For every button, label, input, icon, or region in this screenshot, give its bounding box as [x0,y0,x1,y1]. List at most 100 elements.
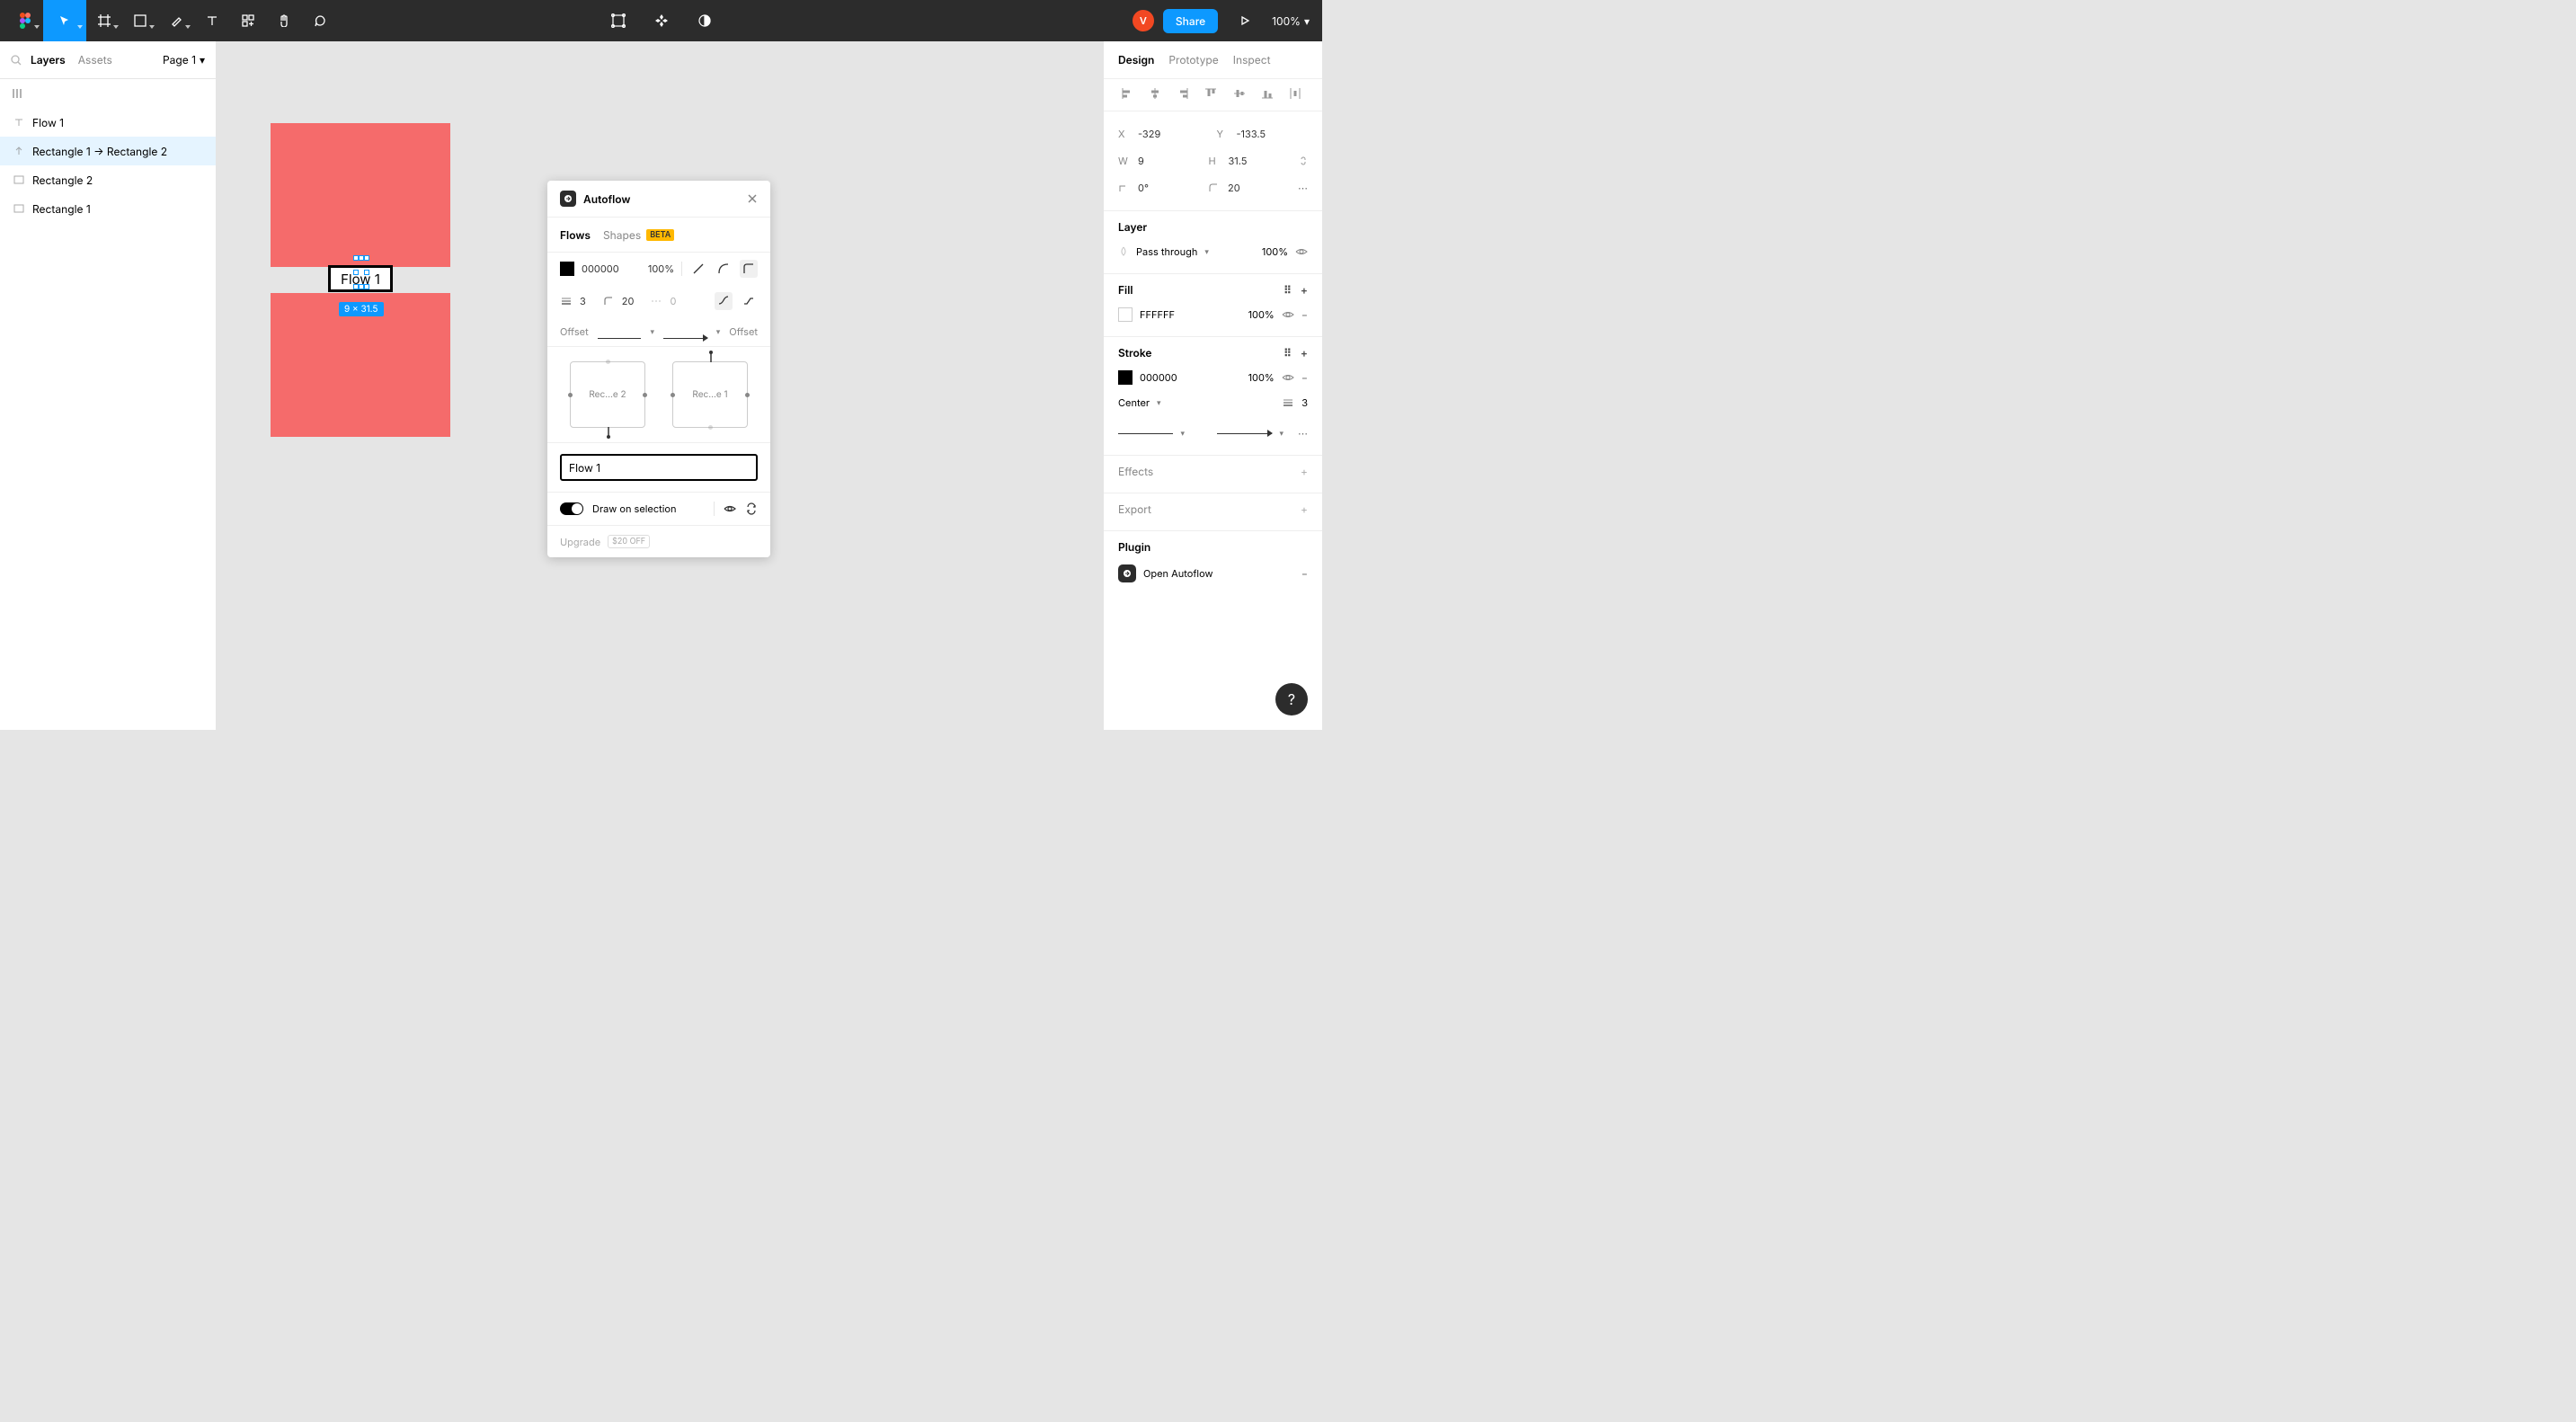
layer-item-rect1[interactable]: Rectangle 1 [0,194,216,223]
shape-tool-button[interactable] [122,0,158,41]
constrain-icon[interactable] [1299,155,1308,167]
layer-opacity-value[interactable]: 100% [1262,245,1288,258]
stroke-width-icon [1282,396,1294,409]
align-bottom-icon[interactable] [1261,87,1277,103]
help-button[interactable]: ? [1275,683,1308,715]
start-cap-picker[interactable] [1118,433,1173,434]
align-left-icon[interactable] [1121,87,1137,103]
fill-opacity-value[interactable]: 100% [1248,308,1275,321]
resources-button[interactable] [230,0,266,41]
tab-design[interactable]: Design [1118,53,1154,67]
visibility-icon[interactable] [1282,308,1294,321]
preview-box-b[interactable]: Rec…e 1 [672,361,748,428]
layer-settings-icon[interactable] [11,87,23,100]
h-value[interactable]: 31.5 [1229,155,1292,167]
remove-stroke-icon[interactable]: − [1301,371,1308,384]
start-cap-picker[interactable] [598,324,642,339]
add-stroke-icon[interactable]: + [1301,346,1308,360]
fill-color-chip[interactable] [1118,307,1133,322]
hand-tool-button[interactable] [266,0,302,41]
layer-item-connection[interactable]: Rectangle 1 → Rectangle 2 [0,137,216,165]
share-button[interactable]: Share [1163,9,1218,33]
present-button[interactable] [1227,0,1263,41]
more-icon[interactable]: ⋯ [1298,182,1308,194]
preview-box-a[interactable]: Rec…e 2 [570,361,645,428]
layer-item-flow1[interactable]: Flow 1 [0,108,216,137]
distribute-icon[interactable] [1289,87,1305,103]
end-cap-picker[interactable] [663,324,707,339]
line-straight-icon[interactable] [689,260,707,278]
canvas[interactable]: Flow 1 9 × 31.5 Autoflow Flows ShapesBET… [217,41,1103,730]
figma-menu-button[interactable] [7,0,43,41]
end-cap-picker[interactable] [1217,433,1272,434]
radius-value[interactable]: 20 [1228,182,1291,194]
right-panel-tabs: Design Prototype Inspect [1104,41,1322,79]
tab-layers[interactable]: Layers [31,53,66,67]
tab-inspect[interactable]: Inspect [1233,53,1271,67]
align-vcenter-icon[interactable] [1233,87,1249,103]
add-fill-icon[interactable]: + [1301,283,1308,297]
line-elbow-icon[interactable] [740,260,758,278]
blend-mode-value[interactable]: Pass through [1136,245,1197,258]
w-value[interactable]: 9 [1138,155,1202,167]
x-value[interactable]: -329 [1138,128,1210,140]
mask-button[interactable] [687,0,723,41]
user-avatar[interactable]: V [1133,10,1154,31]
rotation-value[interactable]: 0° [1138,182,1201,194]
line-curve-icon[interactable] [715,260,733,278]
tab-assets[interactable]: Assets [78,53,112,67]
zoom-dropdown[interactable]: 100%▾ [1272,14,1315,28]
visibility-icon[interactable] [724,502,736,515]
tab-shapes[interactable]: ShapesBETA [603,228,674,242]
dash-gap-value[interactable]: 0 [670,295,676,307]
pen-tool-button[interactable] [158,0,194,41]
align-right-icon[interactable] [1177,87,1193,103]
search-icon[interactable] [11,55,22,66]
stroke-color-value[interactable]: 000000 [1140,371,1177,384]
fill-color-value[interactable]: FFFFFF [1140,308,1175,321]
rectangle-1[interactable] [271,123,450,267]
comment-tool-button[interactable] [302,0,338,41]
visibility-icon[interactable] [1295,245,1308,258]
y-value[interactable]: -133.5 [1237,128,1309,140]
autoflow-logo-icon [560,191,576,207]
draw-selection-toggle[interactable] [560,502,583,515]
plugin-name[interactable]: Open Autoflow [1143,567,1212,580]
stroke-color-chip[interactable] [1118,370,1133,385]
move-tool-button[interactable] [43,0,86,41]
text-tool-button[interactable] [194,0,230,41]
corner-radius-icon [602,295,615,307]
remove-fill-icon[interactable]: − [1301,308,1308,321]
add-effect-icon[interactable]: + [1301,465,1308,478]
edit-object-button[interactable] [600,0,636,41]
align-hcenter-icon[interactable] [1149,87,1165,103]
stroke-color-chip[interactable] [560,262,574,276]
add-export-icon[interactable]: + [1301,502,1308,516]
page-selector[interactable]: Page 1▾ [163,53,205,67]
alignment-row [1104,79,1322,111]
remove-plugin-icon[interactable]: − [1301,567,1308,580]
stroke-width-value[interactable]: 3 [1301,396,1308,409]
connector-smooth-icon[interactable] [715,292,733,310]
styles-icon[interactable]: ⠿ [1284,283,1292,297]
layer-item-rect2[interactable]: Rectangle 2 [0,165,216,194]
stroke-opacity-value[interactable]: 100% [1248,371,1275,384]
tab-flows[interactable]: Flows [560,228,591,242]
component-button[interactable] [644,0,680,41]
visibility-icon[interactable] [1282,371,1294,384]
frame-tool-button[interactable] [86,0,122,41]
flow-name-input[interactable] [560,454,758,481]
close-icon[interactable] [747,193,758,204]
refresh-icon[interactable] [745,502,758,515]
tab-prototype[interactable]: Prototype [1168,53,1218,67]
align-top-icon[interactable] [1204,87,1221,103]
stroke-width-value[interactable]: 3 [580,295,586,307]
more-icon[interactable]: ⋯ [1298,427,1308,440]
corner-radius-value[interactable]: 20 [622,295,635,307]
connector-sharp-icon[interactable] [740,292,758,310]
upgrade-label[interactable]: Upgrade [560,536,600,548]
stroke-opacity-value[interactable]: 100% [648,262,674,275]
styles-icon[interactable]: ⠿ [1284,346,1292,360]
stroke-align-value[interactable]: Center [1118,396,1150,409]
stroke-color-value[interactable]: 000000 [582,262,619,275]
